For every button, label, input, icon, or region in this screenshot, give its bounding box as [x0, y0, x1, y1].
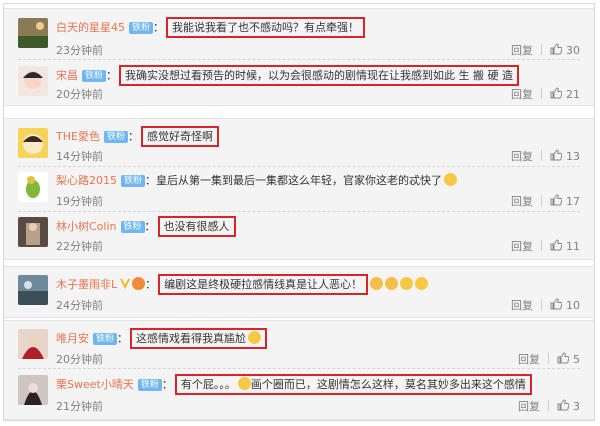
reply-button[interactable]: 回复	[511, 193, 533, 209]
username[interactable]: 栗Sweet小晴天	[56, 378, 134, 391]
username[interactable]: 唯月安	[56, 332, 89, 345]
reply-button[interactable]: 回复	[511, 148, 533, 164]
username[interactable]: 宋昌	[56, 69, 78, 82]
timestamp: 21分钟前	[56, 400, 103, 413]
like-count: 3	[573, 400, 580, 413]
comment-text: 我确实没想过看预告的时候，以为会很感动的剧情现在让我感到如此 生 搬 硬 造	[119, 65, 519, 86]
comment-text: 编剧这是终极硬拉感情线真是让人恶心！	[158, 274, 369, 295]
comments-panel: 白天的星星45 铁粉：我能说我看了也不感动吗？有点牵强！ 23分钟前 回复 30 宋…	[3, 3, 595, 421]
comment-item: THE愛色 铁粉：感觉好奇怪啊 14分钟前 回复 13	[18, 124, 580, 167]
thumb-up-icon	[557, 352, 569, 364]
like-button[interactable]: 17	[550, 194, 580, 208]
fan-badge[interactable]: 铁粉	[121, 175, 146, 187]
avatar[interactable]	[18, 128, 48, 158]
username[interactable]: THE愛色	[56, 130, 100, 143]
comment-item: 唯月安 铁粉：这感情戏看得我真尴尬 20分钟前 回复 5	[18, 324, 580, 369]
comment-text: 我能说我看了也不感动吗？有点牵强！	[166, 17, 366, 38]
reply-button[interactable]: 回复	[511, 297, 533, 313]
fan-badge[interactable]: 铁粉	[82, 70, 107, 82]
timestamp: 23分钟前	[56, 44, 103, 57]
reply-button[interactable]: 回复	[511, 238, 533, 254]
like-count: 30	[566, 44, 580, 57]
fan-badge[interactable]: 铁粉	[129, 22, 154, 34]
like-button[interactable]: 13	[550, 149, 580, 163]
comment-item: 宋昌 铁粉：我确实没想过看预告的时候，以为会很感动的剧情现在让我感到如此 生 搬 …	[18, 62, 580, 102]
timestamp: 19分钟前	[56, 195, 103, 208]
comment-item: 木子墨雨非L：编剧这是终极硬拉感情线真是让人恶心！ 24分钟前 回复 10	[18, 270, 580, 314]
comment-text: 皇后从第一集到最后一集都这么年轻，官家你这老的忒快了	[156, 174, 443, 187]
like-button[interactable]: 5	[557, 352, 580, 366]
verified-v-icon	[120, 279, 131, 289]
like-count: 5	[573, 353, 580, 366]
fan-badge[interactable]: 铁粉	[103, 131, 128, 143]
emoji-icon	[248, 331, 262, 344]
emoji-icon	[444, 173, 458, 186]
comment-item: 栗Sweet小晴天 铁粉：有个屁。。。 画个圈而已，这剧情怎么这样，莫名其妙多出来这…	[18, 370, 580, 416]
avatar[interactable]	[18, 375, 48, 405]
avatar[interactable]	[18, 217, 48, 247]
comment-text: 感觉好奇怪啊	[140, 126, 219, 147]
timestamp: 20分钟前	[56, 353, 103, 366]
thumb-up-icon	[550, 87, 562, 99]
comment-item: 梨心路2015 铁粉 ：皇后从第一集到最后一集都这么年轻，官家你这老的忒快了 19分…	[18, 167, 580, 212]
comment-item: 林小树Colin 铁粉：也没有很感人 22分钟前 回复 11	[18, 212, 580, 256]
like-button[interactable]: 30	[550, 43, 580, 57]
emoji-icon	[237, 377, 251, 390]
avatar[interactable]	[18, 172, 48, 202]
username[interactable]: 梨心路2015	[56, 174, 117, 187]
crying-emoji-icon	[385, 277, 399, 290]
thumb-up-icon	[550, 239, 562, 251]
like-button[interactable]: 11	[550, 239, 580, 253]
like-count: 21	[566, 88, 580, 101]
timestamp: 22分钟前	[56, 240, 103, 253]
reply-button[interactable]: 回复	[518, 398, 540, 414]
like-button[interactable]: 3	[557, 399, 580, 413]
comment-text: 有个屁。。。 画个圈而已，这剧情怎么这样，莫名其妙多出来这个感情	[174, 374, 532, 395]
timestamp: 24分钟前	[56, 299, 103, 312]
like-count: 13	[566, 150, 580, 163]
comment-text: 这感情戏看得我真尴尬	[130, 328, 268, 349]
avatar[interactable]	[18, 18, 48, 48]
like-count: 11	[566, 240, 580, 253]
timestamp: 20分钟前	[56, 88, 103, 101]
emoji-icon	[132, 277, 146, 290]
comment-text: 也没有很感人	[157, 216, 236, 237]
comment-item: 白天的星星45 铁粉：我能说我看了也不感动吗？有点牵强！ 23分钟前 回复 30	[18, 14, 580, 60]
fan-badge[interactable]: 铁粉	[120, 221, 145, 233]
username[interactable]: 木子墨雨非L	[56, 278, 117, 291]
fan-badge[interactable]: 铁粉	[93, 333, 118, 345]
like-button[interactable]: 21	[550, 87, 580, 101]
emoji-icon	[415, 277, 429, 290]
thumb-up-icon	[550, 43, 562, 55]
reply-button[interactable]: 回复	[511, 86, 533, 102]
username[interactable]: 白天的星星45	[56, 21, 125, 34]
avatar[interactable]	[18, 329, 48, 359]
thumb-up-icon	[550, 149, 562, 161]
thumb-up-icon	[557, 399, 569, 411]
reply-button[interactable]: 回复	[511, 42, 533, 58]
username[interactable]: 林小树Colin	[56, 220, 117, 233]
reply-button[interactable]: 回复	[518, 351, 540, 367]
like-count: 10	[566, 299, 580, 312]
timestamp: 14分钟前	[56, 150, 103, 163]
like-button[interactable]: 10	[550, 298, 580, 312]
emoji-icon	[400, 277, 414, 290]
thumb-up-icon	[550, 298, 562, 310]
thumb-up-icon	[550, 194, 562, 206]
avatar[interactable]	[18, 275, 48, 305]
avatar[interactable]	[18, 66, 48, 96]
crying-emoji-icon	[370, 277, 384, 290]
like-count: 17	[566, 195, 580, 208]
fan-badge[interactable]: 铁粉	[137, 379, 162, 391]
